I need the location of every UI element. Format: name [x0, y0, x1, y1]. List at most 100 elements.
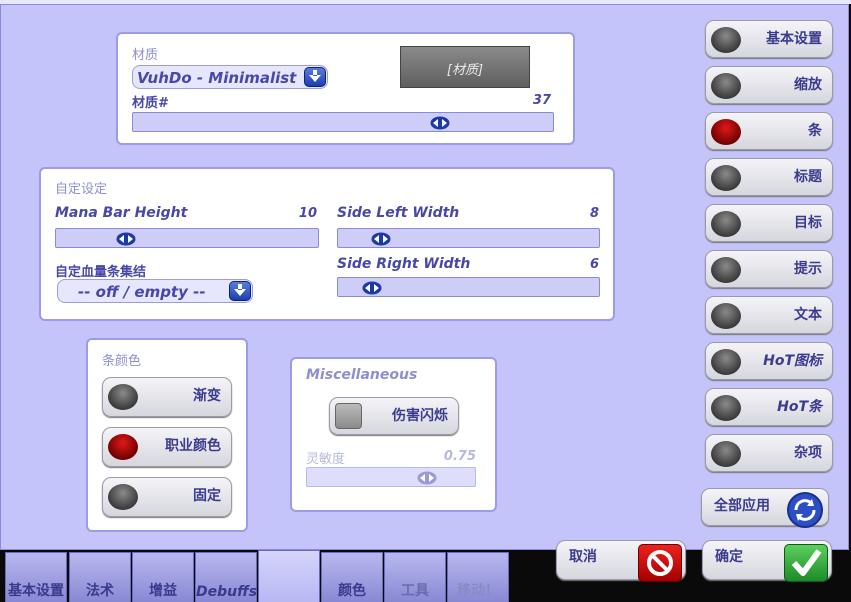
menu-bars-button[interactable]: 条: [705, 112, 833, 150]
custom-settings-title: 自定设定: [55, 182, 108, 197]
slider-thumb-icon[interactable]: [430, 115, 450, 130]
led-off-icon: [711, 395, 741, 421]
bar-color-class-label: 职业颜色: [165, 438, 221, 454]
tab-buffs[interactable]: 增益: [132, 552, 194, 602]
custom-settings-panel: 自定设定 Mana Bar Height 10 Side Left Width …: [39, 167, 615, 321]
led-off-icon: [711, 441, 741, 467]
bar-color-class-button[interactable]: 职业颜色: [102, 427, 232, 467]
led-off-icon: [711, 257, 741, 283]
slider-thumb-icon[interactable]: [371, 231, 391, 246]
ok-label: 确定: [715, 549, 743, 565]
tab-tools-label: 工具: [401, 583, 429, 599]
texture-dropdown-value: VuhDo - Minimalist: [137, 69, 297, 87]
side-left-width-slider[interactable]: [337, 228, 600, 248]
menu-hot-icons-label: HoT图标: [763, 353, 822, 369]
slider-thumb-icon[interactable]: [116, 231, 136, 246]
sensitivity-value: 0.75: [443, 449, 476, 464]
mana-bar-height-label: Mana Bar Height: [55, 205, 188, 221]
bar-color-title: 条颜色: [102, 354, 142, 369]
slider-thumb-icon[interactable]: [417, 470, 437, 485]
checkbox-icon: [335, 403, 362, 429]
menu-general-button[interactable]: 基本设置: [705, 20, 833, 58]
menu-text-label: 文本: [794, 307, 822, 323]
damage-flash-label: 伤害闪烁: [392, 408, 448, 424]
led-off-icon: [108, 384, 138, 410]
texture-number-slider[interactable]: [132, 112, 554, 132]
bar-color-gradient-button[interactable]: 渐变: [102, 377, 232, 417]
led-off-icon: [711, 73, 741, 99]
tab-general[interactable]: 基本设置: [5, 552, 67, 602]
menu-tooltip-label: 提示: [794, 261, 822, 277]
menu-scale-button[interactable]: 缩放: [705, 66, 833, 104]
bar-color-panel: 条颜色 渐变 职业颜色 固定: [86, 338, 248, 532]
health-bar-dropdown[interactable]: -- off / empty --: [57, 279, 253, 303]
menu-hot-icons-button[interactable]: HoT图标: [705, 342, 833, 380]
tab-move-label: 移动！: [457, 583, 499, 599]
menu-target-label: 目标: [794, 215, 822, 231]
bar-color-gradient-label: 渐变: [193, 388, 221, 404]
menu-tooltip-button[interactable]: 提示: [705, 250, 833, 288]
checkmark-icon: [784, 544, 828, 582]
led-off-icon: [711, 165, 741, 191]
tab-spells-label: 法术: [86, 583, 114, 599]
cancel-label: 取消: [569, 549, 597, 565]
mana-bar-height-slider[interactable]: [55, 228, 319, 248]
no-entry-icon: [638, 544, 682, 582]
side-right-width-slider[interactable]: [337, 277, 600, 297]
apply-all-label: 全部应用: [714, 498, 770, 514]
led-off-icon: [711, 349, 741, 375]
tab-colors-label: 颜色: [338, 583, 366, 599]
damage-flash-toggle[interactable]: 伤害闪烁: [329, 397, 459, 435]
menu-misc-label: 杂项: [794, 445, 822, 461]
texture-number-label: 材质#: [132, 96, 169, 111]
led-off-icon: [711, 303, 741, 329]
tab-colors[interactable]: 颜色: [321, 552, 383, 602]
texture-number-value: 37: [532, 93, 551, 108]
ok-button[interactable]: 确定: [702, 540, 832, 582]
misc-panel-title: Miscellaneous: [306, 367, 418, 383]
tab-spells[interactable]: 法术: [69, 552, 131, 602]
menu-hot-bars-button[interactable]: HoT条: [705, 388, 833, 426]
menu-scale-label: 缩放: [794, 77, 822, 93]
dropdown-arrow-icon[interactable]: [229, 281, 251, 301]
bar-color-fixed-label: 固定: [193, 488, 221, 504]
led-off-icon: [711, 27, 741, 53]
menu-misc-button[interactable]: 杂项: [705, 434, 833, 472]
led-on-icon: [711, 119, 741, 145]
menu-headers-label: 标题: [794, 169, 822, 185]
slider-thumb-icon[interactable]: [362, 280, 382, 295]
menu-general-label: 基本设置: [766, 31, 822, 47]
texture-dropdown[interactable]: VuhDo - Minimalist: [132, 65, 328, 89]
tab-bars-active[interactable]: [258, 550, 320, 602]
menu-headers-button[interactable]: 标题: [705, 158, 833, 196]
tab-buffs-label: 增益: [149, 583, 177, 599]
menu-target-button[interactable]: 目标: [705, 204, 833, 242]
menu-hot-bars-label: HoT条: [777, 399, 822, 415]
side-right-width-label: Side Right Width: [337, 256, 471, 272]
bar-color-fixed-button[interactable]: 固定: [102, 477, 232, 517]
menu-bars-label: 条: [808, 123, 822, 139]
menu-text-button[interactable]: 文本: [705, 296, 833, 334]
sensitivity-label: 灵敏度: [306, 452, 346, 467]
health-bar-dropdown-value: -- off / empty --: [78, 283, 206, 301]
tab-debuffs[interactable]: Debuffs: [195, 552, 257, 602]
texture-panel-title: 材质: [132, 48, 159, 63]
tab-general-label: 基本设置: [8, 583, 64, 599]
dropdown-arrow-icon[interactable]: [304, 67, 326, 87]
mana-bar-height-value: 10: [298, 206, 317, 221]
tab-move[interactable]: 移动！: [447, 552, 509, 602]
texture-preview-label: [材质]: [446, 63, 484, 78]
health-bar-label: 自定血量条集结: [55, 265, 147, 280]
cancel-button[interactable]: 取消: [556, 540, 686, 582]
side-left-width-label: Side Left Width: [337, 205, 460, 221]
texture-panel: 材质 VuhDo - Minimalist [材质] 材质# 37: [116, 32, 575, 145]
led-on-icon: [108, 434, 138, 460]
apply-all-button[interactable]: 全部应用: [701, 488, 829, 528]
side-left-width-value: 8: [589, 206, 599, 221]
sensitivity-slider[interactable]: [306, 467, 476, 487]
led-off-icon: [711, 211, 741, 237]
tab-tools[interactable]: 工具: [384, 552, 446, 602]
texture-preview: [材质]: [400, 46, 530, 88]
side-right-width-value: 6: [589, 257, 599, 272]
misc-panel: Miscellaneous 伤害闪烁 灵敏度 0.75: [290, 357, 497, 512]
